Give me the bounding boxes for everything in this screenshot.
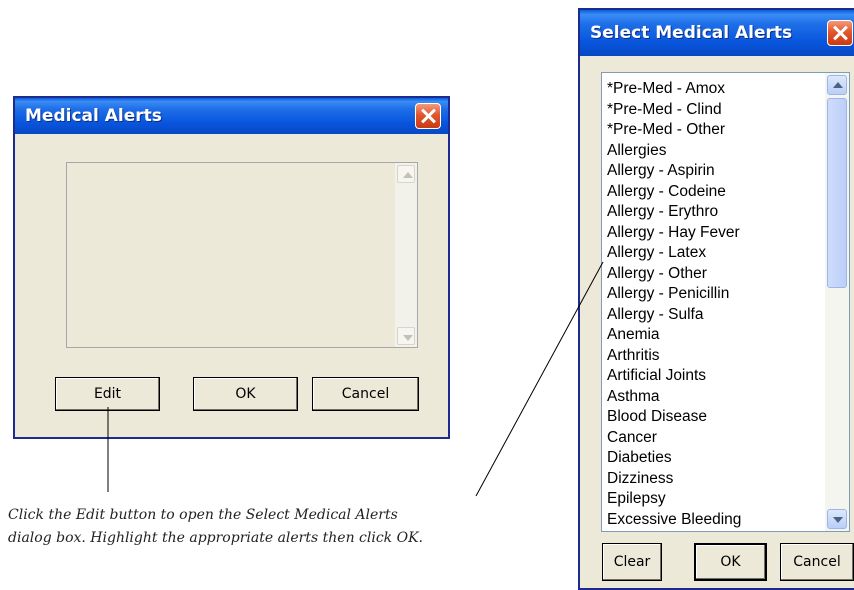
- clear-button[interactable]: Clear: [602, 543, 662, 581]
- listbox-scrollbar[interactable]: [825, 73, 849, 531]
- medical-alerts-textarea[interactable]: [66, 162, 418, 348]
- cancel-button[interactable]: Cancel: [312, 377, 419, 411]
- ok-button[interactable]: OK: [193, 377, 298, 411]
- list-item[interactable]: Arthritis: [607, 346, 660, 366]
- select-medical-alerts-titlebar[interactable]: Select Medical Alerts: [580, 10, 854, 56]
- list-item[interactable]: Allergy - Penicillin: [607, 284, 729, 304]
- edit-button-label: Edit: [93, 386, 122, 402]
- instruction-caption-line1: Click the Edit button to open the Select…: [8, 507, 398, 523]
- chevron-up-icon: [397, 165, 415, 183]
- medical-alerts-title: Medical Alerts: [25, 106, 162, 126]
- instruction-caption-line2: dialog box. Highlight the appropriate al…: [8, 530, 423, 546]
- list-item[interactable]: Artificial Joints: [607, 366, 706, 386]
- list-item[interactable]: *Pre-Med - Amox: [607, 79, 725, 99]
- chevron-down-icon[interactable]: [827, 509, 847, 529]
- chevron-down-icon: [397, 327, 415, 345]
- list-item[interactable]: Allergy - Sulfa: [607, 305, 703, 325]
- list-item[interactable]: Asthma: [607, 387, 660, 407]
- select-cancel-button[interactable]: Cancel: [780, 543, 854, 581]
- list-item[interactable]: Allergy - Latex: [607, 243, 706, 263]
- clear-button-label: Clear: [613, 554, 651, 570]
- chevron-up-icon[interactable]: [827, 75, 847, 95]
- list-item[interactable]: Epilepsy: [607, 489, 666, 509]
- select-medical-alerts-title: Select Medical Alerts: [590, 23, 793, 43]
- list-item[interactable]: Blood Disease: [607, 407, 707, 427]
- scrollbar-thumb[interactable]: [827, 98, 847, 288]
- medical-alerts-listbox[interactable]: *Pre-Med - Amox *Pre-Med - Clind *Pre-Med …: [601, 72, 850, 532]
- medical-alerts-titlebar[interactable]: Medical Alerts: [15, 98, 448, 134]
- select-medical-alerts-dialog: Select Medical Alerts *Pre-Med - Amox *Pr…: [578, 8, 854, 590]
- list-item[interactable]: Allergy - Codeine: [607, 182, 726, 202]
- list-item[interactable]: Allergy - Aspirin: [607, 161, 715, 181]
- ok-button-label: OK: [235, 386, 256, 402]
- textarea-scrollbar: [395, 163, 417, 347]
- select-ok-button[interactable]: OK: [694, 543, 767, 581]
- list-item[interactable]: *Pre-Med - Clind: [607, 100, 722, 120]
- list-item[interactable]: Allergies: [607, 141, 666, 161]
- select-cancel-button-label: Cancel: [793, 554, 841, 570]
- list-item[interactable]: Allergy - Other: [607, 264, 707, 284]
- close-icon[interactable]: [827, 20, 853, 46]
- list-item[interactable]: Anemia: [607, 325, 660, 345]
- medical-alerts-dialog: Medical Alerts Edit OK Cancel: [13, 96, 450, 439]
- list-item[interactable]: Excessive Bleeding: [607, 510, 741, 530]
- list-item[interactable]: *Pre-Med - Other: [607, 120, 725, 140]
- close-icon[interactable]: [415, 103, 441, 129]
- list-item[interactable]: Allergy - Erythro: [607, 202, 718, 222]
- list-item[interactable]: Dizziness: [607, 469, 673, 489]
- list-item[interactable]: Allergy - Hay Fever: [607, 223, 740, 243]
- select-ok-button-label: OK: [720, 554, 741, 570]
- list-item[interactable]: Cancer: [607, 428, 657, 448]
- list-item[interactable]: Diabeties: [607, 448, 672, 468]
- edit-button[interactable]: Edit: [55, 377, 160, 411]
- cancel-button-label: Cancel: [341, 386, 390, 402]
